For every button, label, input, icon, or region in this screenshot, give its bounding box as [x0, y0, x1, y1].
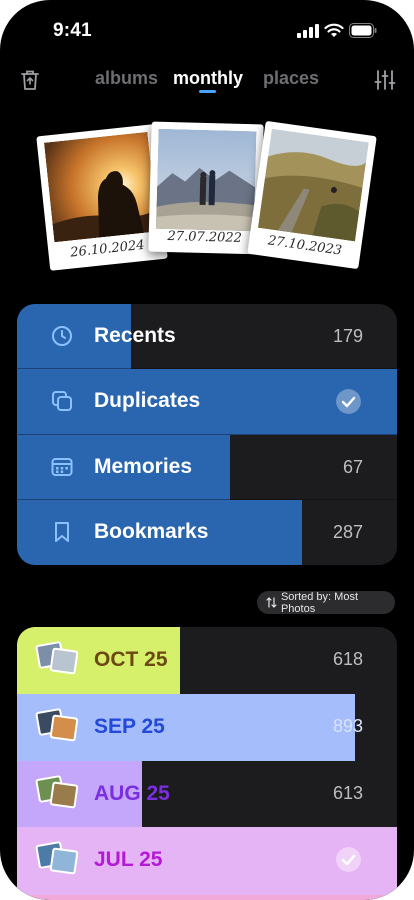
calendar-icon — [51, 458, 73, 476]
sort-arrows-icon — [266, 597, 277, 608]
month-thumbnails — [35, 839, 81, 881]
checkmark-circle-icon — [336, 847, 361, 872]
month-row-jul[interactable]: JUL 25 — [17, 827, 397, 895]
album-row-bookmarks[interactable]: Bookmarks 287 — [17, 500, 397, 565]
album-count: 179 — [332, 326, 363, 346]
tab-monthly[interactable]: monthly — [173, 68, 243, 89]
tab-places[interactable]: places — [263, 68, 319, 89]
polaroid-photo[interactable]: 27.07.2022 — [148, 121, 264, 255]
month-row-oct[interactable]: OCT 25 618 — [17, 627, 397, 694]
clock-icon — [52, 326, 72, 346]
album-count: 287 — [332, 522, 363, 542]
sunset-photo — [43, 131, 158, 243]
polaroid-caption: 27.07.2022 — [167, 229, 243, 246]
duplicate-icon — [52, 391, 72, 411]
checkmark-circle-icon — [336, 389, 361, 414]
next-month-row-peek — [17, 895, 397, 900]
month-label: OCT 25 — [94, 648, 168, 671]
cellular-signal-icon — [297, 24, 319, 38]
month-count: 893 — [332, 716, 363, 736]
status-bar: 9:41 — [0, 0, 414, 60]
mountain-photo — [155, 128, 257, 232]
month-label: JUL 25 — [94, 848, 163, 871]
month-row-sep[interactable]: SEP 25 893 — [17, 694, 397, 761]
month-row-aug[interactable]: AUG 25 613 — [17, 761, 397, 827]
hillside-photo — [257, 128, 369, 242]
filter-sliders-icon[interactable] — [373, 68, 397, 92]
wifi-icon — [324, 23, 344, 37]
tab-albums[interactable]: albums — [95, 68, 158, 89]
month-count: 618 — [332, 649, 363, 669]
month-thumbnails — [35, 706, 81, 748]
view-tabs: albums monthly places — [0, 68, 414, 98]
album-row-duplicates[interactable]: Duplicates — [17, 369, 397, 435]
polaroid-photo[interactable]: 27.10.2023 — [247, 120, 377, 270]
album-count: 67 — [342, 457, 363, 477]
status-time: 9:41 — [53, 20, 92, 41]
active-tab-indicator — [199, 90, 216, 93]
monthly-list: OCT 25 618 SEP 25 893 AUG 25 613 JUL 25 — [17, 627, 397, 900]
month-thumbnails — [35, 773, 81, 815]
month-thumbnails — [35, 639, 81, 681]
phone-screen: 9:41 albums monthly places 26.10.2024 27… — [0, 0, 414, 900]
sort-button[interactable]: Sorted by: Most Photos — [257, 590, 395, 615]
album-row-memories[interactable]: Memories 67 — [17, 435, 397, 500]
month-label: SEP 25 — [94, 715, 165, 738]
album-row-recents[interactable]: Recents 179 — [17, 304, 397, 369]
month-count: 613 — [332, 783, 363, 803]
sort-label: Sorted by: Most Photos — [280, 590, 359, 615]
album-label: Memories — [94, 455, 193, 478]
album-label: Bookmarks — [94, 520, 209, 543]
albums-list: Recents 179 Duplicates Memories 67 Bookm… — [17, 304, 397, 565]
album-label: Duplicates — [94, 389, 201, 412]
month-label: AUG 25 — [94, 782, 170, 805]
battery-icon — [349, 23, 377, 38]
bookmark-icon — [55, 522, 69, 542]
album-label: Recents — [94, 324, 176, 347]
